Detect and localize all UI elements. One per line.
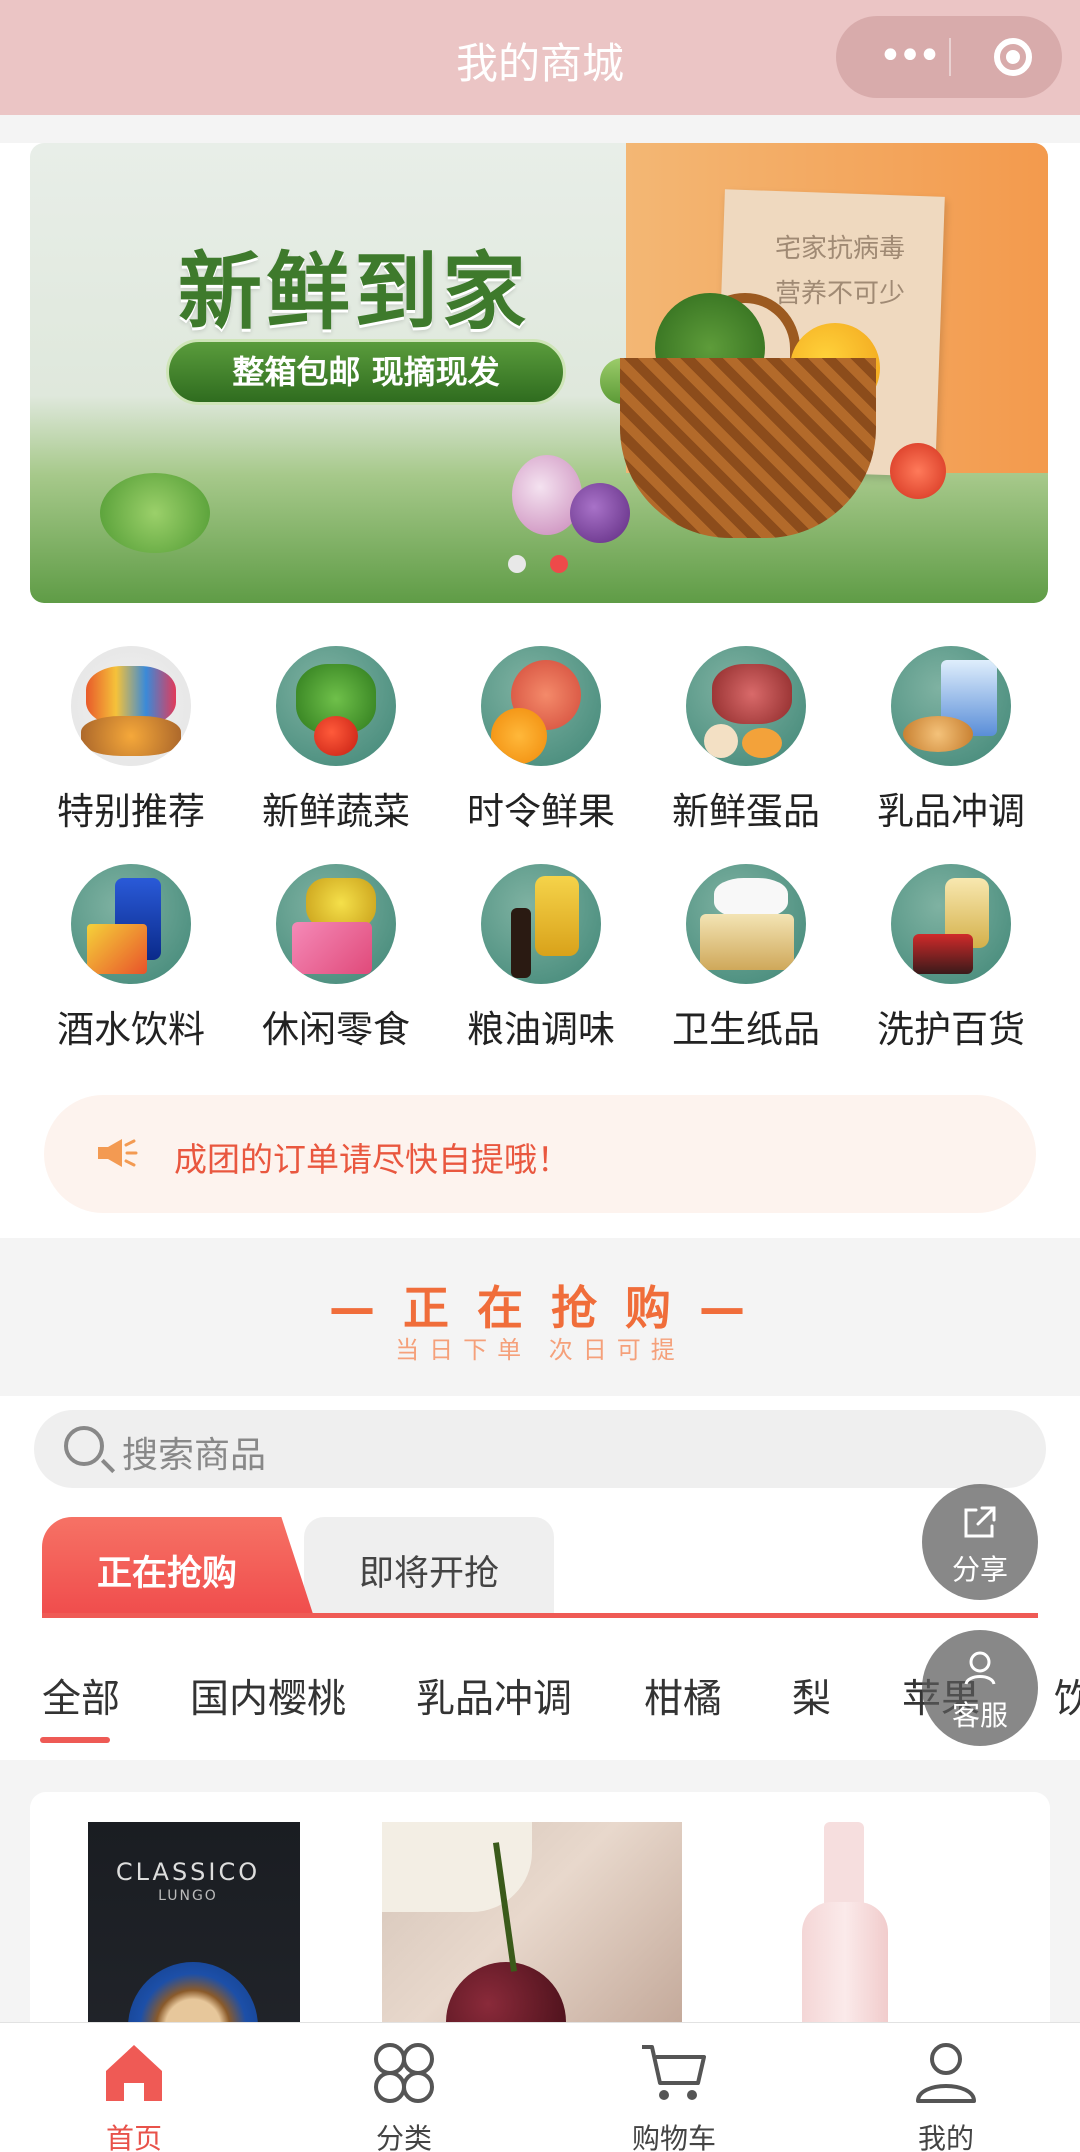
toiletries-icon [891,864,1011,984]
tab-label: 正在抢购 [96,1554,237,1594]
nav-profile[interactable]: 我的 [846,2023,1046,2152]
banner-board-line1: 宅家抗病毒 [774,234,905,264]
subcat-cherry[interactable]: 国内樱桃 [190,1668,346,1724]
customer-service-icon [964,1651,996,1685]
notice-text: 成团的订单请尽快自提哦！ [174,1140,570,1179]
category-item[interactable]: 特别推荐 [46,646,216,846]
category-item[interactable]: 休闲零食 [251,864,421,1064]
category-item[interactable]: 洗护百货 [866,864,1036,1064]
bottom-nav: 首页 分类 购物车 我的 [0,2022,1080,2152]
subcat-citrus[interactable]: 柑橘 [644,1668,722,1724]
banner-pill: 整箱包邮 现摘现发 [166,339,566,405]
category-item[interactable]: 乳品冲调 [866,646,1036,846]
category-label: 时令鲜果 [467,790,615,833]
category-item[interactable]: 新鲜蛋品 [661,646,831,846]
category-item[interactable]: 粮油调味 [456,864,626,1064]
search-icon [64,1426,104,1466]
share-label: 分享 [951,1553,1008,1586]
category-label: 特别推荐 [57,790,205,833]
tab-coming-soon[interactable]: 即将开抢 [304,1517,554,1617]
eggplant-graphic [570,483,630,543]
banner-dot-2-active[interactable] [550,555,568,573]
close-target-icon[interactable] [994,38,1032,76]
drinks-icon [71,864,191,984]
snacks-icon [276,864,396,984]
section-subtitle: 当日下单 次日可提 [395,1336,685,1364]
category-item[interactable]: 卫生纸品 [661,864,831,1064]
notice-bar[interactable]: 成团的订单请尽快自提哦！ [44,1095,1036,1213]
category-label: 乳品冲调 [877,790,1025,833]
category-label: 粮油调味 [467,1008,615,1051]
category-label: 酒水饮料 [57,1008,205,1051]
category-grid-icon [374,2043,434,2103]
home-icon [106,2045,162,2101]
nav-label: 分类 [375,2122,432,2152]
meat-eggs-icon [686,646,806,766]
category-label: 卫生纸品 [672,1008,820,1051]
product-brand: CLASSICO [115,1858,261,1886]
category-label: 新鲜蛋品 [672,790,820,833]
mini-program-capsule: ••• [836,16,1062,98]
profile-icon [916,2043,976,2103]
banner-dot-1[interactable] [508,555,526,573]
bottle-graphic [824,1822,864,1912]
category-label: 休闲零食 [262,1008,410,1051]
subcat-pear[interactable]: 梨 [792,1668,831,1724]
product-subbrand: LUNGO [158,1888,218,1904]
category-item[interactable]: 酒水饮料 [46,864,216,1064]
category-label: 新鲜蔬菜 [262,790,410,833]
category-item[interactable]: 新鲜蔬菜 [251,646,421,846]
subcat-dairy[interactable]: 乳品冲调 [416,1668,572,1724]
share-button[interactable]: 分享 [922,1484,1038,1600]
share-icon [964,1506,996,1538]
section-title: — 正 在 抢 购 — [328,1281,752,1335]
search-input[interactable]: 搜索商品 [34,1410,1046,1488]
sleeve-graphic [382,1822,532,1912]
fruit-icon [481,646,601,766]
tab-underline [42,1613,1038,1618]
nav-cart[interactable]: 购物车 [574,2023,774,2152]
tissue-icon [686,864,806,984]
nav-label: 首页 [105,2122,162,2152]
customer-service-button[interactable]: 客服 [922,1630,1038,1746]
banner-headline: 新鲜到家 [178,243,531,341]
service-label: 客服 [951,1699,1008,1732]
tab-label: 即将开抢 [358,1554,499,1594]
tomato-slice-graphic [890,443,946,499]
tab-flash-sale[interactable]: 正在抢购 [42,1517,314,1617]
nav-label: 购物车 [631,2122,716,2152]
dairy-icon [891,646,1011,766]
vegetables-icon [276,646,396,766]
lettuce-graphic [100,473,210,553]
promo-banner[interactable]: 宅家抗病毒 营养不可少 新鲜到家 整箱包邮 现摘现发 [30,143,1048,603]
subcat-all[interactable]: 全部 [42,1668,120,1724]
nav-category[interactable]: 分类 [304,2023,504,2152]
megaphone-icon [98,1139,138,1167]
snacks-assortment-icon [71,646,191,766]
products-gap [0,1760,1080,1792]
more-icon[interactable]: ••• [868,36,948,76]
subcat-active-indicator [40,1737,110,1743]
category-label: 洗护百货 [877,1008,1025,1051]
nav-label: 我的 [917,2122,974,2152]
nav-home[interactable]: 首页 [34,2023,234,2152]
title-bar: 我的商城 ••• [0,0,1080,115]
category-item[interactable]: 时令鲜果 [456,646,626,846]
search-placeholder: 搜索商品 [122,1435,267,1476]
basket-graphic [620,358,876,538]
capsule-divider [949,38,951,76]
top-gap [0,115,1080,143]
subcat-drinks[interactable]: 饮 [1054,1668,1080,1724]
cart-icon [642,2045,706,2100]
oil-seasoning-icon [481,864,601,984]
